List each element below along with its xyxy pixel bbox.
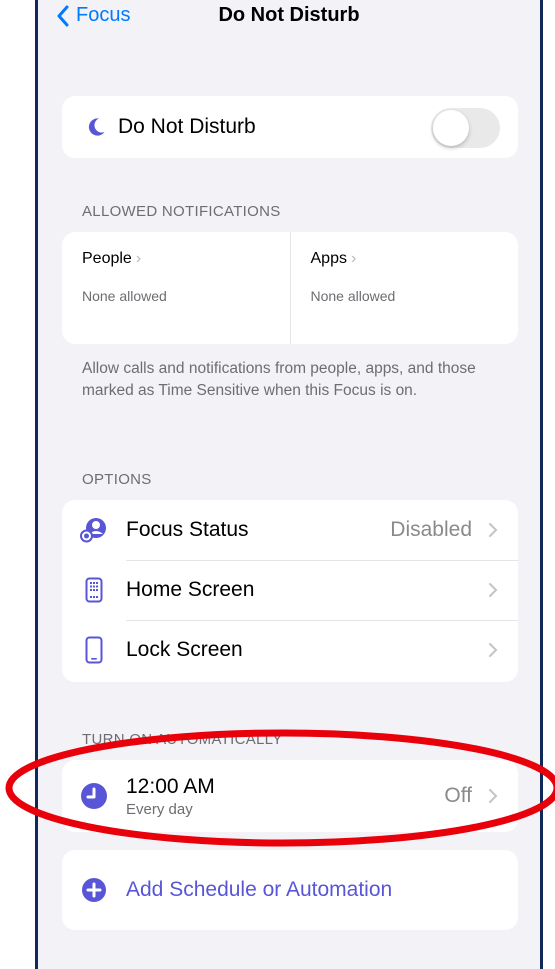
allowed-notifications-card: People › None allowed Apps › None allowed bbox=[62, 232, 518, 344]
schedule-state: Off bbox=[444, 784, 472, 807]
chevron-right-icon: › bbox=[350, 250, 357, 267]
do-not-disturb-switch[interactable] bbox=[431, 108, 500, 148]
focus-status-label: Focus Status bbox=[126, 518, 249, 541]
home-screen-icon bbox=[85, 577, 103, 603]
clock-icon bbox=[81, 783, 107, 809]
focus-status-value: Disabled bbox=[390, 518, 472, 541]
people-button[interactable]: People › None allowed bbox=[62, 232, 290, 344]
apps-value: None allowed bbox=[310, 288, 396, 304]
moon-icon bbox=[88, 118, 105, 136]
schedule-time: 12:00 AM bbox=[126, 774, 215, 798]
schedule-row[interactable]: 12:00 AM Every day Off bbox=[62, 760, 518, 832]
do-not-disturb-toggle-row: Do Not Disturb bbox=[62, 96, 518, 158]
lock-screen-label: Lock Screen bbox=[126, 638, 243, 661]
allowed-notifications-header: ALLOWED NOTIFICATIONS bbox=[82, 203, 281, 220]
options-header: OPTIONS bbox=[82, 471, 152, 488]
switch-knob bbox=[433, 110, 469, 146]
plus-circle-icon bbox=[82, 878, 106, 902]
home-screen-label: Home Screen bbox=[126, 578, 255, 601]
focus-status-row[interactable]: Focus Status Disabled bbox=[62, 500, 518, 560]
page-title: Do Not Disturb bbox=[218, 4, 360, 26]
chevron-right-icon: › bbox=[135, 250, 142, 267]
schedule-frequency: Every day bbox=[126, 800, 193, 818]
chevron-right-icon bbox=[489, 523, 498, 537]
focus-status-icon bbox=[80, 518, 106, 543]
lock-screen-row[interactable]: Lock Screen bbox=[62, 620, 518, 680]
settings-screen: Focus Do Not Disturb Do Not Disturb ALLO… bbox=[35, 0, 543, 969]
chevron-right-icon bbox=[489, 583, 498, 597]
options-card: Focus Status Disabled Home Screen Lock S… bbox=[62, 500, 518, 682]
apps-label: Apps bbox=[310, 250, 347, 267]
people-label: People bbox=[82, 250, 132, 267]
add-schedule-button[interactable]: Add Schedule or Automation bbox=[62, 850, 518, 930]
apps-button[interactable]: Apps › None allowed bbox=[289, 232, 519, 344]
home-screen-row[interactable]: Home Screen bbox=[62, 560, 518, 620]
add-schedule-label: Add Schedule or Automation bbox=[126, 878, 393, 901]
navigation-bar: Focus Do Not Disturb bbox=[38, 0, 540, 36]
chevron-right-icon bbox=[489, 643, 498, 657]
toggle-label: Do Not Disturb bbox=[118, 115, 256, 138]
turn-on-automatically-header: TURN ON AUTOMATICALLY bbox=[82, 731, 283, 748]
allowed-footnote: Allow calls and notifications from peopl… bbox=[82, 360, 476, 399]
people-value: None allowed bbox=[82, 288, 167, 304]
lock-screen-icon bbox=[85, 636, 103, 664]
chevron-right-icon bbox=[489, 789, 498, 803]
